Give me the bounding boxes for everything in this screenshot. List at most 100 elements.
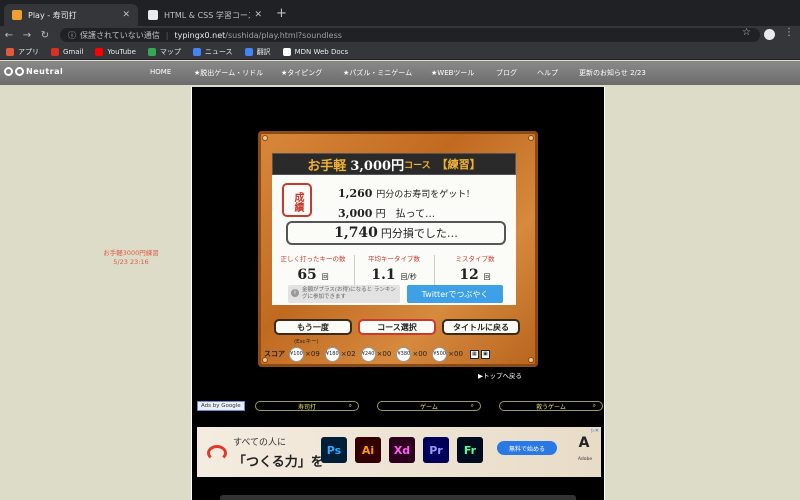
url-path: /sushida/play.html?soundless — [225, 30, 342, 40]
session-course: お手軽3000円練習 — [103, 249, 159, 257]
plate-180-icon: ¥180 — [324, 346, 340, 362]
bookmark-label: アプリ — [18, 47, 39, 56]
nav-blog[interactable]: ブログ — [496, 68, 517, 78]
bookmark-news[interactable]: ニュース — [192, 47, 233, 57]
bookmark-translate[interactable]: 翻訳 — [244, 47, 271, 57]
adobe-brand-label: Adobe — [577, 457, 593, 462]
search-icon: ⌕ — [470, 402, 474, 409]
stat-label: 平均キータイプ数 — [368, 255, 420, 263]
stat-label: ミスタイプ数 — [455, 255, 495, 263]
back-to-title-button[interactable]: タイトルに戻る — [442, 319, 520, 335]
site-nav: Neutral HOME ★脱出ゲーム・リドル ★タイピング ★パズル・ミニゲー… — [0, 61, 800, 85]
reload-button[interactable]: ↻ — [36, 30, 54, 41]
plate-score-bar: スコア ¥100 ×09 ¥180 ×02 ¥240 ×00 ¥380 ×00 ¥500… — [264, 345, 532, 363]
logo-text: Neutral — [26, 67, 64, 76]
new-tab-button[interactable]: + — [276, 6, 287, 21]
info-icon[interactable]: ⓘ — [68, 30, 76, 41]
profile-avatar-icon[interactable] — [764, 29, 775, 40]
tab-title: HTML & CSS 学習コース 初級編 — [164, 10, 250, 20]
tweet-button[interactable]: Twitterでつぶやく — [407, 285, 503, 303]
bookmark-mdn[interactable]: MDN Web Docs — [282, 47, 349, 56]
sound-toggle-icon[interactable]: ▣ — [480, 349, 490, 359]
kebab-menu-icon[interactable]: ⋮ — [784, 27, 794, 38]
back-button[interactable]: ← — [0, 30, 18, 41]
game-area: お手軽 3,000円 コース 【練習】 成績 1,260 円分のお寿司をゲット!… — [191, 87, 605, 500]
bookmark-label: ニュース — [204, 47, 233, 56]
score-label: スコア — [264, 349, 285, 358]
plate-count: ×00 — [376, 350, 392, 358]
news-icon — [192, 47, 201, 56]
ranking-note: i 金額がプラス(お得)になると ランキングに参加できます — [288, 285, 400, 303]
close-tab-icon[interactable]: ✕ — [254, 10, 262, 20]
url-host: typingx0.net — [174, 30, 226, 40]
stat-value: 65 回 — [297, 267, 329, 283]
divider — [354, 255, 355, 285]
sushi-favicon-icon — [12, 10, 22, 20]
bookmark-star-icon[interactable]: ☆ — [742, 27, 751, 38]
photoshop-icon: Ps — [321, 437, 347, 463]
loss-text: 円分損でした… — [380, 227, 458, 240]
ad-search-sushida[interactable]: 寿司打 ⌕ — [255, 401, 359, 411]
banner-line1: すべての人に — [233, 438, 287, 448]
earned-text: 円分のお寿司をゲット! — [376, 190, 470, 200]
earned-line: 1,260 円分のお寿司をゲット! — [338, 187, 470, 200]
banner-cta-button[interactable]: 無料で始める — [497, 441, 557, 455]
result-stamp: 成績 — [282, 183, 312, 217]
bookmarks-bar: アプリ Gmail YouTube マップ ニュース 翻訳 MDN Web Do… — [0, 44, 800, 60]
site-logo[interactable]: Neutral — [4, 67, 63, 76]
creative-cloud-icon — [207, 445, 227, 461]
bookmark-youtube[interactable]: YouTube — [95, 47, 136, 56]
nav-escape-games[interactable]: ★脱出ゲーム・リドル — [194, 68, 263, 78]
search-icon: ⌕ — [348, 402, 352, 409]
earned-amount: 1,260 — [338, 187, 373, 200]
bookmark-apps[interactable]: アプリ — [6, 47, 39, 57]
result-sheet: 成績 1,260 円分のお寿司をゲット! 3,000 円 払って… 1,740 … — [272, 175, 516, 305]
retry-button[interactable]: もう一度 — [274, 319, 352, 335]
mdn-icon — [282, 47, 291, 56]
illustrator-icon: Ai — [355, 437, 381, 463]
close-tab-icon[interactable]: ✕ — [122, 10, 130, 20]
adobe-logo-icon: A — [578, 435, 590, 451]
divider: | — [165, 30, 169, 40]
banner-line2: 「つくる力」を — [233, 455, 324, 470]
search-icon: ⌕ — [592, 402, 596, 409]
address-bar[interactable]: ⓘ 保護されていない通信 | typingx0.net/sushida/play… — [60, 28, 760, 42]
back-to-top-link[interactable]: ▶トップへ戻る — [478, 370, 522, 380]
tab-html-course[interactable]: HTML & CSS 学習コース 初級編 ✕ — [140, 4, 270, 26]
gear-logo-icon — [4, 67, 13, 76]
page-bottom-bar — [220, 495, 576, 500]
security-label: 保護されていない通信 — [80, 30, 160, 40]
nav-typing[interactable]: ★タイピング — [281, 68, 322, 78]
nav-help[interactable]: ヘルプ — [537, 68, 558, 78]
screw-icon — [262, 135, 268, 141]
course-suffix: コース — [404, 160, 431, 171]
ad-search-label: 寿司打 — [297, 403, 316, 411]
bookmark-label: 翻訳 — [256, 47, 271, 56]
ad-choices-icon[interactable]: ▷✕ — [591, 428, 599, 434]
course-mode: 【練習】 — [436, 158, 481, 171]
course-title: お手軽 3,000円 コース 【練習】 — [272, 153, 516, 175]
adobe-ad-banner[interactable]: すべての人に 「つくる力」を Ps Ai Xd Pr Fr 無料で始める A A… — [197, 427, 601, 477]
nav-puzzle[interactable]: ★パズル・ミニゲーム — [343, 68, 412, 78]
bookmark-label: Gmail — [63, 47, 84, 56]
gear-logo-icon — [15, 67, 24, 76]
stat-value: 12 回 — [459, 267, 491, 283]
bookmark-label: マップ — [159, 47, 181, 56]
ad-search-games[interactable]: ゲーム ⌕ — [377, 401, 481, 411]
loss-summary: 1,740 円分損でした… — [286, 221, 506, 245]
tab-sushida[interactable]: Play - 寿司打 ✕ — [4, 4, 138, 26]
grid-toggle-icon[interactable]: ▦ — [469, 349, 479, 359]
nav-updates[interactable]: 更新のお知らせ 2/23 — [579, 68, 646, 78]
course-select-button[interactable]: コース選択 — [358, 319, 436, 335]
ad-search-rescue-games[interactable]: 救うゲーム ⌕ — [499, 401, 603, 411]
nav-web-tools[interactable]: ★WEBツール — [431, 68, 474, 78]
ads-by-google-label[interactable]: Ads by Google — [197, 401, 245, 411]
stat-keys-per-second: 平均キータイプ数 1.1 回/秒 — [356, 253, 432, 283]
nav-home[interactable]: HOME — [150, 68, 171, 76]
info-icon: i — [291, 289, 299, 297]
bookmark-maps[interactable]: マップ — [147, 47, 181, 57]
bookmark-gmail[interactable]: Gmail — [51, 47, 84, 56]
forward-button[interactable]: → — [18, 30, 36, 41]
bookmark-label: MDN Web Docs — [294, 47, 349, 56]
paid-text: 円 払って… — [375, 209, 436, 220]
